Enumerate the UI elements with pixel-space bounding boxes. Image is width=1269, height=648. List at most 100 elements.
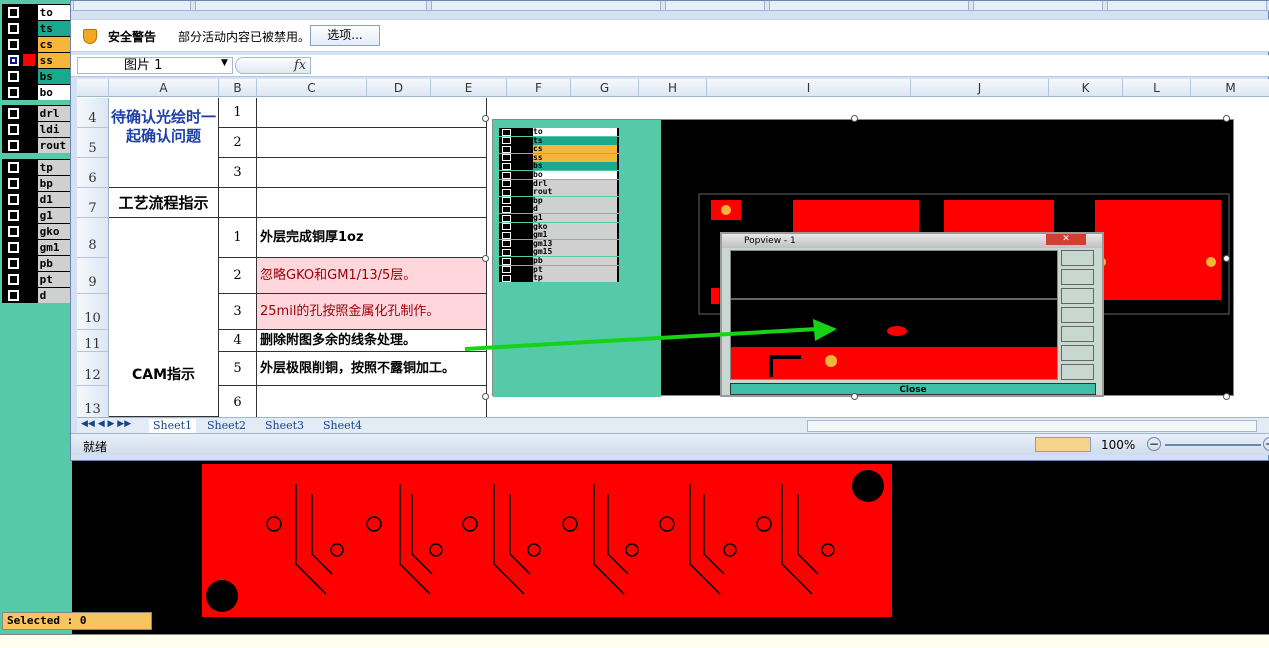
shield-icon: [83, 29, 97, 44]
layer-row-gm1[interactable]: gm1: [2, 239, 70, 255]
green-arrow: [464, 319, 837, 351]
checkbox-icon[interactable]: [8, 22, 19, 34]
pcb-traces: [206, 470, 884, 612]
layer-color-swatch: [22, 193, 35, 205]
layer-name[interactable]: bo: [37, 84, 70, 100]
layer-name[interactable]: ss: [37, 52, 70, 68]
layer-row-d1[interactable]: d1: [2, 191, 70, 207]
layer-row-bs[interactable]: bs: [2, 68, 70, 84]
zoom-in-icon[interactable]: +: [1263, 437, 1269, 451]
layer-row-gko[interactable]: gko: [2, 223, 70, 239]
layer-row-pt[interactable]: pt: [2, 271, 70, 287]
options-button[interactable]: 选项...: [310, 25, 380, 46]
tab-sheet3[interactable]: Sheet3: [265, 419, 304, 433]
checkbox-icon[interactable]: [8, 209, 19, 221]
layer-color-swatch: [22, 54, 35, 66]
security-title: 安全警告: [108, 30, 157, 44]
chevron-down-icon[interactable]: ▼: [221, 58, 228, 68]
checkbox-icon[interactable]: [8, 177, 19, 189]
horizontal-scrollbar[interactable]: [807, 420, 1257, 432]
layer-row-ss[interactable]: ss: [2, 52, 70, 68]
tab-sheet2[interactable]: Sheet2: [207, 419, 246, 433]
ribbon-groups: [71, 1, 1269, 11]
layer-name[interactable]: bs: [37, 68, 70, 84]
fx-icon[interactable]: fx: [294, 58, 306, 73]
checkbox-icon[interactable]: [8, 225, 19, 237]
name-box[interactable]: 图片 1: [77, 57, 233, 74]
layer-name[interactable]: tp: [37, 159, 70, 175]
layer-color-swatch: [22, 86, 35, 98]
zoom-slider[interactable]: [1165, 444, 1261, 446]
layer-name[interactable]: d1: [37, 191, 70, 207]
view-buttons[interactable]: [1035, 437, 1091, 452]
layer-row-pb[interactable]: pb: [2, 255, 70, 271]
tab-sheet1[interactable]: Sheet1: [149, 419, 197, 433]
spreadsheet-grid[interactable]: ABCDEFGHIJKLM 4 1 5 2 6 3 7 8 1 外层完成铜厚1oz 9 2 忽略GKO和…: [77, 79, 1269, 417]
function-area[interactable]: fx: [235, 57, 311, 74]
checkbox-icon[interactable]: [8, 38, 19, 50]
checkbox-icon[interactable]: [8, 54, 19, 66]
layer-row-g1[interactable]: g1: [2, 207, 70, 223]
layer-name[interactable]: g1: [37, 207, 70, 223]
resize-handle[interactable]: [1223, 255, 1230, 262]
layer-color-swatch: [22, 139, 35, 151]
checkbox-icon[interactable]: [8, 241, 19, 253]
resize-handle[interactable]: [851, 393, 858, 400]
layer-name[interactable]: rout: [37, 137, 70, 153]
layer-name[interactable]: gm1: [37, 239, 70, 255]
checkbox-icon[interactable]: [8, 161, 19, 173]
layer-row-tp[interactable]: tp: [2, 159, 70, 175]
resize-handle[interactable]: [851, 115, 858, 122]
layer-name[interactable]: pb: [37, 255, 70, 271]
layer-name[interactable]: to: [37, 4, 70, 20]
layer-name[interactable]: d: [37, 287, 70, 303]
status-bar: 就绪 100% − +: [71, 433, 1269, 455]
checkbox-icon[interactable]: [8, 257, 19, 269]
checkbox-icon[interactable]: [8, 86, 19, 98]
layer-name[interactable]: pt: [37, 271, 70, 287]
layer-color-swatch: [22, 209, 35, 221]
layer-name[interactable]: cs: [37, 36, 70, 52]
layer-row-bo[interactable]: bo: [2, 84, 70, 100]
layer-name[interactable]: drl: [37, 105, 70, 121]
layer-color-swatch: [22, 123, 35, 135]
resize-handle[interactable]: [482, 393, 489, 400]
resize-handle[interactable]: [482, 115, 489, 122]
pcb-board-view[interactable]: [202, 464, 892, 617]
resize-handle[interactable]: [1223, 115, 1230, 122]
sheet-tabs-bar: ◀◀ ◀ ▶ ▶▶ Sheet1 Sheet2 Sheet3 Sheet4: [77, 417, 1269, 433]
layer-color-swatch: [22, 107, 35, 119]
resize-handle[interactable]: [482, 255, 489, 262]
checkbox-icon[interactable]: [8, 123, 19, 135]
layer-color-swatch: [22, 70, 35, 82]
checkbox-icon[interactable]: [8, 273, 19, 285]
checkbox-icon[interactable]: [8, 289, 19, 301]
layer-color-swatch: [22, 273, 35, 285]
checkbox-icon[interactable]: [8, 107, 19, 119]
checkbox-icon[interactable]: [8, 70, 19, 82]
layer-row-drl[interactable]: drl: [2, 105, 70, 121]
layer-row-cs[interactable]: cs: [2, 36, 70, 52]
layer-name[interactable]: ldi: [37, 121, 70, 137]
checkbox-icon[interactable]: [8, 193, 19, 205]
cam-status-bar: [0, 634, 1269, 648]
formula-bar: 图片 1 ▼ fx: [71, 55, 1269, 77]
layer-row-ldi[interactable]: ldi: [2, 121, 70, 137]
tab-sheet4[interactable]: Sheet4: [323, 419, 362, 433]
layer-row-d[interactable]: d: [2, 287, 70, 303]
zoom-out-icon[interactable]: −: [1147, 437, 1161, 451]
resize-handle[interactable]: [1223, 393, 1230, 400]
checkbox-icon[interactable]: [8, 139, 19, 151]
checkbox-icon[interactable]: [8, 6, 19, 18]
layer-color-swatch: [22, 22, 35, 34]
zoom-level[interactable]: 100%: [1101, 438, 1135, 452]
layer-row-bp[interactable]: bp: [2, 175, 70, 191]
sheet-nav-icon[interactable]: ◀◀ ◀ ▶ ▶▶: [81, 419, 131, 429]
layer-name[interactable]: ts: [37, 20, 70, 36]
layer-row-to[interactable]: to: [2, 4, 70, 20]
layer-row-rout[interactable]: rout: [2, 137, 70, 153]
layer-name[interactable]: bp: [37, 175, 70, 191]
layer-row-ts[interactable]: ts: [2, 20, 70, 36]
layer-name[interactable]: gko: [37, 223, 70, 239]
status-ready: 就绪: [83, 440, 108, 454]
